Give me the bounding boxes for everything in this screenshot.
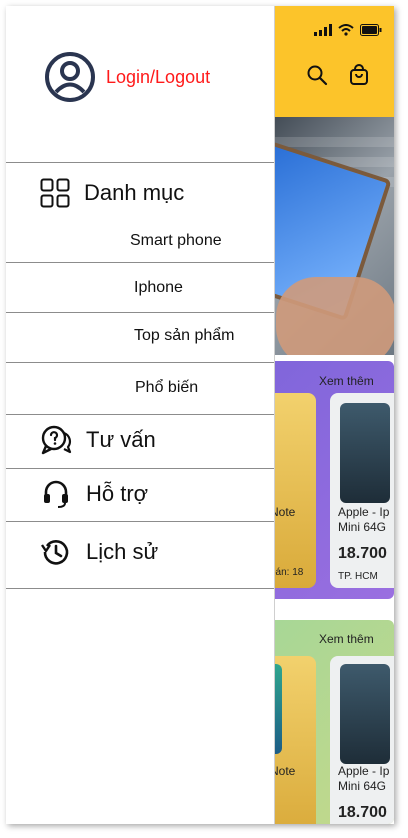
history-icon (41, 540, 69, 565)
topbar-actions (306, 64, 370, 86)
product-sold-count: bán: 18 (270, 567, 304, 578)
menu-item-label: Hỗ trợ (86, 481, 149, 506)
product-card[interactable]: Apple - Ip Mini 64G 18.700 TP. HCM (330, 393, 394, 588)
category-header[interactable]: Danh mục (40, 178, 184, 208)
product-title: Apple - Ip Mini 64G (338, 505, 390, 534)
subcategory-popular[interactable]: Phổ biến (135, 379, 198, 397)
product-price: 18.700 (338, 804, 387, 821)
subcategory-top-products[interactable]: Top sản phẩm (134, 327, 235, 345)
subcategory-smart-phone[interactable]: Smart phone (130, 232, 222, 250)
product-image (340, 403, 390, 503)
category-label: Danh mục (84, 180, 185, 205)
menu-item-consult[interactable]: Tư vấn (40, 424, 156, 456)
grid-icon (40, 178, 70, 208)
product-location: TP. HCM (338, 571, 378, 582)
divider (6, 588, 274, 589)
side-drawer: Login/Logout Danh mục Smart phone Iphone… (6, 6, 275, 824)
product-image (340, 664, 390, 764)
divider (6, 521, 274, 522)
divider (6, 362, 274, 363)
menu-item-label: Tư vấn (86, 427, 156, 452)
product-card[interactable]: Apple - Ip Mini 64G 18.700 (330, 656, 394, 824)
menu-item-history[interactable]: Lịch sử (40, 536, 158, 568)
login-logout-button[interactable]: Login/Logout (44, 51, 210, 103)
battery-icon (360, 24, 382, 36)
signal-icon (314, 24, 332, 36)
divider (6, 262, 274, 263)
see-more-link[interactable]: Xem thêm (319, 374, 374, 388)
help-chat-icon (41, 425, 72, 455)
see-more-link[interactable]: Xem thêm (319, 632, 374, 646)
product-price: 18.700 (338, 545, 387, 562)
menu-item-label: Lịch sử (86, 539, 159, 564)
divider (6, 414, 274, 415)
menu-item-support[interactable]: Hỗ trợ (40, 478, 148, 510)
phone-frame: Xem thêm Note bán: 18 Apple - Ip Mini 64… (6, 6, 394, 824)
login-logout-label: Login/Logout (106, 66, 211, 87)
status-bar (314, 24, 382, 36)
subcategory-iphone[interactable]: Iphone (134, 279, 183, 297)
shopping-bag-icon[interactable] (348, 64, 370, 86)
headset-icon (44, 480, 68, 508)
divider (6, 312, 274, 313)
banner-hand-image (276, 277, 394, 355)
search-icon[interactable] (306, 64, 328, 86)
product-title: Apple - Ip Mini 64G (338, 764, 390, 793)
divider (6, 162, 274, 163)
user-account-icon (45, 52, 95, 102)
divider (6, 468, 274, 469)
wifi-icon (338, 24, 354, 36)
